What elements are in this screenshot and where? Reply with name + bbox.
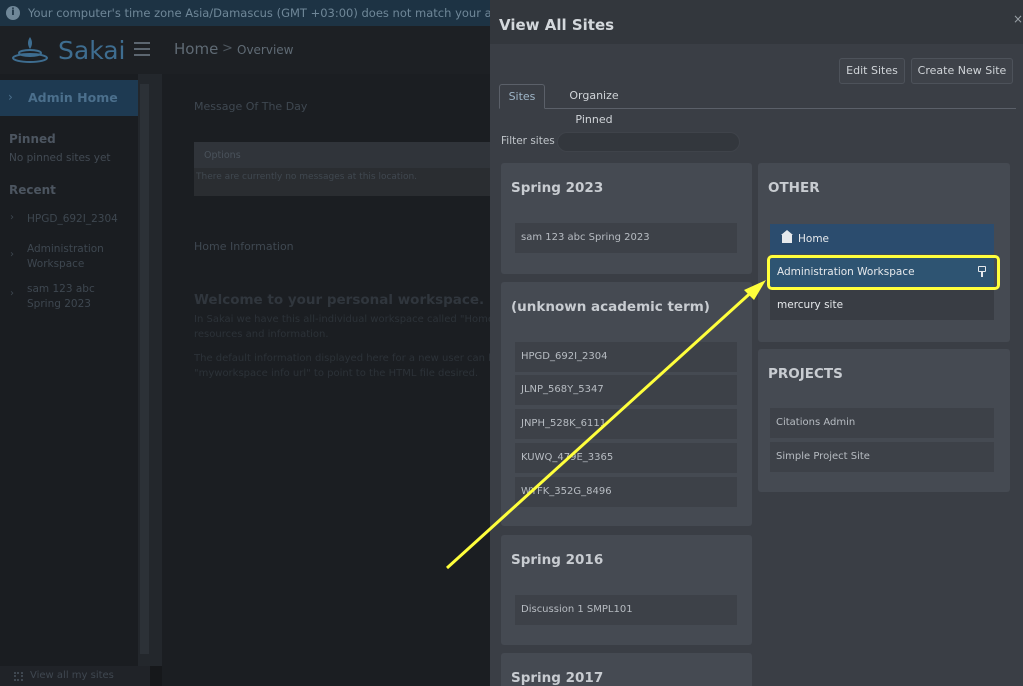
annotation-arrow	[445, 280, 766, 570]
